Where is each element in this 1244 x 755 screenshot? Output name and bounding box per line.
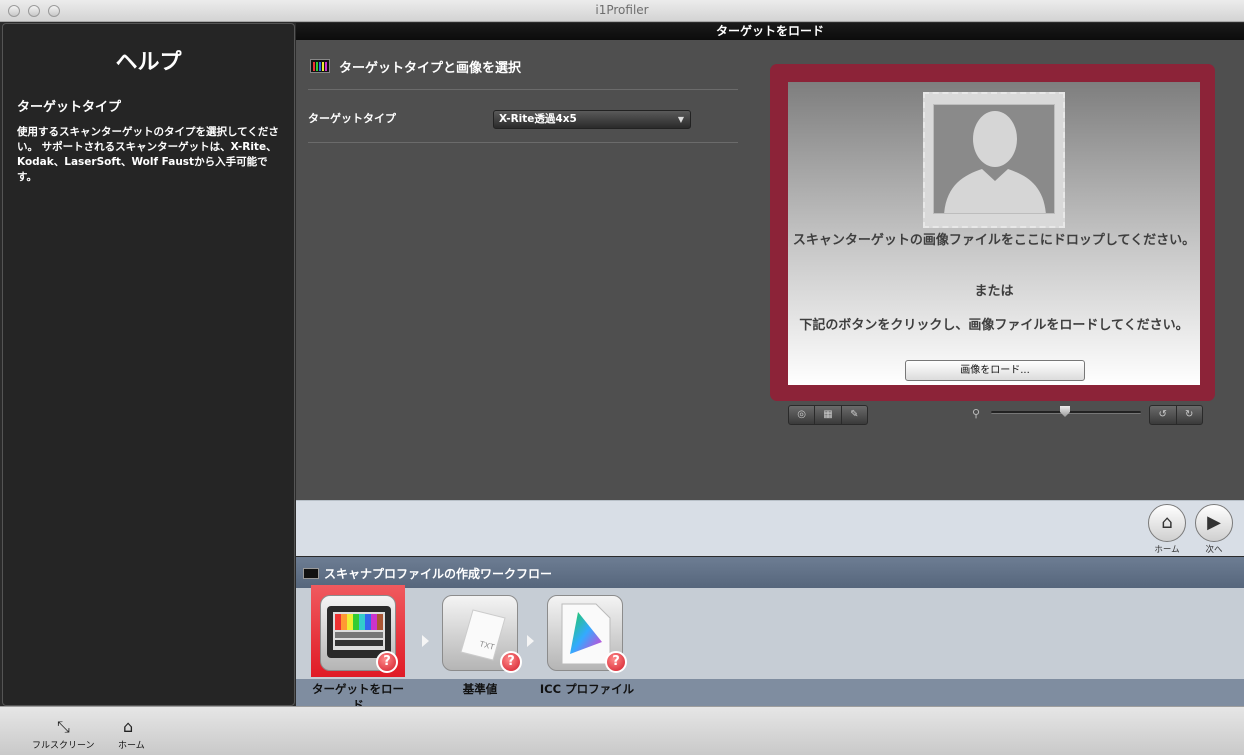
main-header: ターゲットをロード (296, 23, 1244, 40)
window-title: i1Profiler (595, 3, 649, 17)
workflow-panel: スキャナプロファイルの作成ワークフロー ? ターゲットをロード TXT ? 基準… (296, 557, 1244, 712)
rotate-left-icon[interactable]: ↺ (1150, 406, 1177, 424)
divider (308, 142, 738, 143)
workflow-footer (296, 679, 1244, 706)
person-silhouette-icon (933, 104, 1055, 214)
step-arrow-icon (422, 635, 429, 647)
target-chart-icon (310, 59, 330, 73)
image-placeholder (923, 92, 1065, 228)
step-label: 基準値 (462, 682, 498, 696)
home-label[interactable]: ホーム (118, 738, 145, 751)
chevron-down-icon: ▼ (677, 115, 684, 124)
fullscreen-icon[interactable]: ⤡ (57, 717, 70, 737)
target-type-select[interactable]: X-Rite透過4x5 ▼ (493, 110, 691, 129)
workflow-title: スキャナプロファイルの作成ワークフロー (324, 567, 553, 581)
step-label: ICC プロファイル (539, 682, 635, 696)
grid-icon[interactable]: ▦ (815, 406, 842, 424)
navigation-strip: ⌂ ホーム ▶ 次へ (296, 500, 1244, 556)
fullscreen-label[interactable]: フルスクリーン (32, 738, 95, 751)
help-badge-icon[interactable]: ? (500, 651, 522, 673)
target-type-value: X-Rite透過4x5 (499, 113, 577, 125)
image-tools: ◎ ▦ ✎ (788, 405, 868, 425)
main-panel: ターゲットをロード ターゲットタイプと画像を選択 ターゲットタイプ X-Rite… (296, 23, 1244, 500)
help-badge-icon[interactable]: ? (376, 651, 398, 673)
drop-instruction: スキャンターゲットの画像ファイルをここにドロップしてください。 (792, 233, 1196, 248)
help-title: ヘルプ (115, 50, 182, 75)
help-text: 使用するスキャンターゲットのタイプを選択してください。 サポートされるスキャンタ… (17, 126, 279, 183)
title-bar: i1Profiler (0, 0, 1244, 22)
rotate-tools: ↺ ↻ (1149, 405, 1203, 425)
load-instruction: 下記のボタンをクリックし、画像ファイルをロードしてください。 (799, 318, 1189, 333)
image-drop-zone[interactable]: スキャンターゲットの画像ファイルをここにドロップしてください。 または 下記のボ… (788, 82, 1200, 385)
load-image-button[interactable]: 画像をロード... (905, 360, 1085, 381)
image-drop-frame: スキャンターゲットの画像ファイルをここにドロップしてください。 または 下記のボ… (770, 64, 1215, 401)
next-button[interactable]: ▶ (1195, 504, 1233, 542)
divider (308, 89, 738, 90)
eyedropper-icon[interactable]: ✎ (842, 406, 867, 424)
help-badge-icon[interactable]: ? (605, 651, 627, 673)
home-button-label: ホーム (1154, 545, 1180, 555)
zoom-icon: ⚲ (972, 407, 981, 420)
home-icon[interactable]: ⌂ (123, 717, 133, 736)
play-icon: ▶ (1207, 512, 1221, 533)
bottom-toolbar: ⤡ フルスクリーン ⌂ ホーム (0, 706, 1244, 755)
help-subtitle: ターゲットタイプ (17, 100, 122, 115)
next-button-label: 次へ (1205, 545, 1223, 555)
home-icon: ⌂ (1161, 512, 1173, 533)
step-arrow-icon (527, 635, 534, 647)
target-type-label: ターゲットタイプ (308, 112, 396, 125)
drop-or-text: または (974, 284, 1014, 299)
workflow-header: スキャナプロファイルの作成ワークフロー (296, 557, 1244, 588)
target-chart-icon (303, 568, 319, 579)
rotate-right-icon[interactable]: ↻ (1177, 406, 1203, 424)
help-panel: ヘルプ ターゲットタイプ 使用するスキャンターゲットのタイプを選択してください。… (2, 23, 295, 706)
section-title: ターゲットタイプと画像を選択 (339, 61, 522, 76)
home-button[interactable]: ⌂ (1148, 504, 1186, 542)
zoom-slider-thumb[interactable] (1060, 406, 1070, 417)
target-icon[interactable]: ◎ (789, 406, 816, 424)
